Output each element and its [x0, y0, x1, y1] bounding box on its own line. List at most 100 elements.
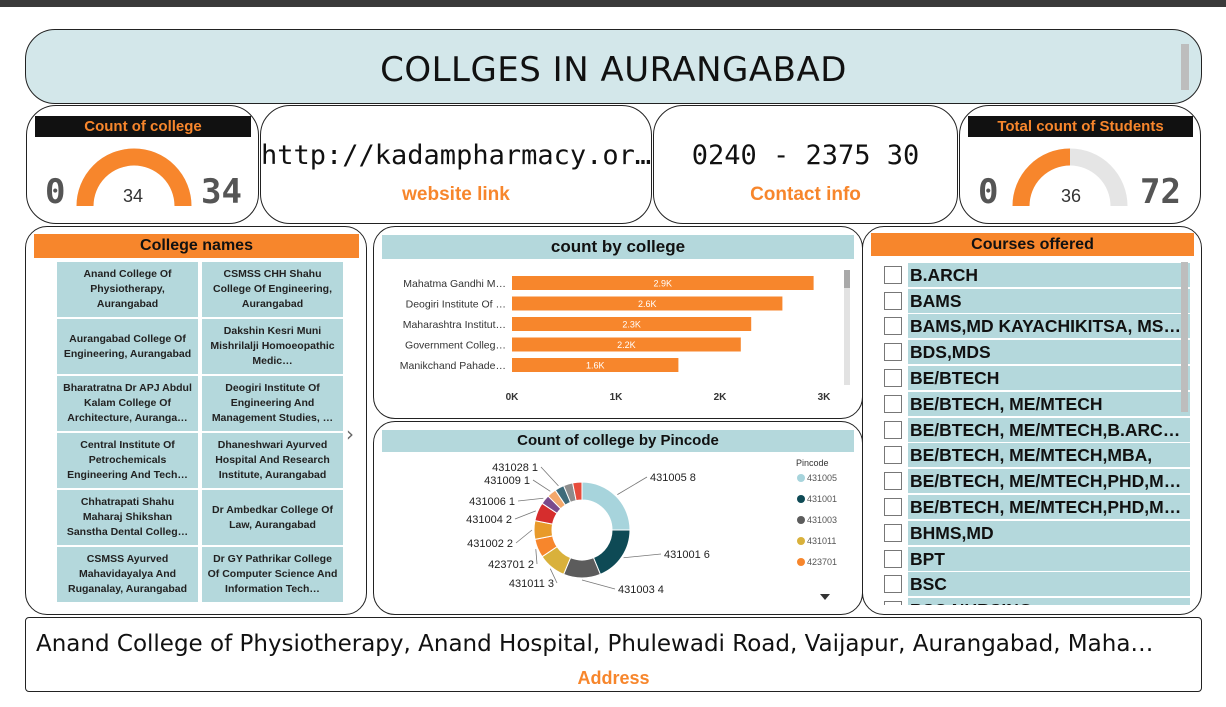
page-title: COLLGES IN AURANGABAD: [380, 50, 847, 90]
course-checkbox[interactable]: [884, 498, 902, 517]
course-label: BE/BTECH, ME/MTECH,MBA,: [908, 443, 1190, 468]
donut-data-label: 431001 6: [664, 549, 710, 561]
course-checkbox[interactable]: [884, 394, 902, 413]
pie-chart: 431005 8 431001 6 431003 4 431011 3 423701 2…: [466, 458, 837, 600]
college-name-item[interactable]: Bharatratna Dr APJ Abdul Kalam College O…: [57, 376, 198, 431]
contact-info-label: Contact info: [750, 184, 861, 205]
college-name-item[interactable]: Anand College Of Physiotherapy, Aurangab…: [57, 262, 198, 317]
college-name-item[interactable]: Chhatrapati Shahu Maharaj Shikshan Sanst…: [57, 490, 198, 545]
course-checkbox[interactable]: [884, 317, 902, 336]
college-name-item[interactable]: Dr Ambedkar College Of Law, Aurangabad: [202, 490, 343, 545]
course-item[interactable]: BE/BTECH, ME/MTECH,PHD,M…: [884, 494, 1190, 520]
college-name-item[interactable]: CSMSS CHH Shahu College Of Engineering, …: [202, 262, 343, 317]
bar-scroll-thumb[interactable]: [844, 270, 850, 288]
college-name-item[interactable]: Dhaneshwari Ayurved Hospital And Researc…: [202, 433, 343, 488]
college-count-min: 0: [45, 172, 66, 212]
title-card: COLLGES IN AURANGABAD: [25, 29, 1202, 104]
course-checkbox[interactable]: [884, 575, 902, 594]
pie-chart-title: Count of college by Pincode: [382, 430, 854, 452]
donut-leader-line: [515, 529, 533, 544]
chevron-right-icon[interactable]: ›: [346, 422, 354, 446]
bar-chart-title: count by college: [382, 235, 854, 259]
course-item[interactable]: BAMS: [884, 288, 1190, 314]
donut-legend-label[interactable]: 431003: [807, 515, 837, 525]
donut-legend-swatch: [797, 537, 805, 545]
courses-scrollbar[interactable]: [1181, 262, 1188, 412]
courses-list: B.ARCH BAMS BAMS,MD KAYACHIKITSA, MS… BDS,M…: [884, 262, 1190, 605]
address-label: Address: [577, 668, 650, 688]
course-item[interactable]: BSC: [884, 572, 1190, 598]
college-name-item[interactable]: Dr GY Pathrikar College Of Computer Scie…: [202, 547, 343, 602]
course-item[interactable]: B.ARCH: [884, 262, 1190, 288]
bar-category-label: Mahatma Gandhi M…: [403, 278, 506, 290]
course-checkbox[interactable]: [884, 369, 902, 388]
course-checkbox[interactable]: [884, 549, 902, 568]
course-label: BE/BTECH, ME/MTECH,B.ARC…: [908, 417, 1190, 442]
college-names-grid: Anand College Of Physiotherapy, Aurangab…: [57, 262, 343, 602]
donut-data-label: 431003 4: [618, 584, 664, 596]
college-name-item[interactable]: Deogiri Institute Of Engineering And Man…: [202, 376, 343, 431]
donut-data-label: 431006 1: [469, 496, 515, 508]
donut-slice[interactable]: [581, 481, 631, 531]
college-names-header: College names: [34, 234, 359, 258]
course-item[interactable]: BSC NURSING: [884, 597, 1190, 605]
course-label: BDS,MDS: [908, 340, 1190, 365]
college-count-value: 34: [123, 186, 144, 206]
donut-data-label: 431005 8: [650, 472, 696, 484]
college-name-item[interactable]: Dakshin Kesri Muni Mishrilalji Homoeopat…: [202, 319, 343, 374]
bar-chart: Mahatma Gandhi M… 2.9K Deogiri Institute O…: [400, 270, 850, 403]
course-item[interactable]: BAMS,MD KAYACHIKITSA, MS…: [884, 314, 1190, 340]
contact-card: 0240 - 2375 30 Contact info: [653, 105, 958, 224]
bar-data-label: 1.6K: [586, 361, 605, 371]
course-checkbox[interactable]: [884, 265, 902, 284]
courses-header: Courses offered: [871, 233, 1194, 256]
course-item[interactable]: BE/BTECH, ME/MTECH,MBA,: [884, 443, 1190, 469]
college-name-item[interactable]: Aurangabad College Of Engineering, Auran…: [57, 319, 198, 374]
course-item[interactable]: BDS,MDS: [884, 339, 1190, 365]
course-checkbox[interactable]: [884, 343, 902, 362]
course-item[interactable]: BPT: [884, 546, 1190, 572]
donut-leader-line: [623, 553, 662, 559]
donut-leader-line: [517, 497, 544, 502]
legend-scroll-down-icon[interactable]: [820, 594, 830, 600]
donut-legend-swatch: [797, 495, 805, 503]
donut-legend-label[interactable]: 431005: [807, 473, 837, 483]
website-link-label: website link: [402, 184, 510, 205]
website-link-value[interactable]: http://kadampharmacy.or…: [261, 140, 651, 171]
donut-data-label: 431009 1: [484, 475, 530, 487]
bar-category-label: Deogiri Institute Of …: [406, 299, 506, 311]
course-label: BSC NURSING: [908, 598, 1190, 605]
bar-category-label: Maharashtra Institut…: [403, 319, 506, 331]
course-item[interactable]: BHMS,MD: [884, 520, 1190, 546]
donut-slice[interactable]: [592, 529, 631, 575]
donut-legend-label[interactable]: 423701: [807, 557, 837, 567]
course-checkbox[interactable]: [884, 291, 902, 310]
bar-data-label: 2.3K: [622, 320, 641, 330]
course-checkbox[interactable]: [884, 523, 902, 542]
donut-data-label: 431004 2: [466, 514, 512, 526]
course-label: BE/BTECH, ME/MTECH: [908, 391, 1190, 416]
course-label: BSC: [908, 572, 1190, 597]
course-checkbox[interactable]: [884, 472, 902, 491]
course-checkbox[interactable]: [884, 446, 902, 465]
donut-data-label: 423701 2: [488, 559, 534, 571]
donut-leader-line: [581, 579, 616, 590]
college-name-item[interactable]: Central Institute Of Petrochemicals Engi…: [57, 433, 198, 488]
donut-legend-label[interactable]: 431001: [807, 494, 837, 504]
course-item[interactable]: BE/BTECH: [884, 365, 1190, 391]
donut-legend-swatch: [797, 474, 805, 482]
course-label: BAMS,MD KAYACHIKITSA, MS…: [908, 314, 1190, 339]
college-name-item[interactable]: CSMSS Ayurved Mahavidayalya And Ruganala…: [57, 547, 198, 602]
students-count-card: Total count of Students 0 36 72: [959, 105, 1201, 224]
title-scrollbar[interactable]: [1181, 44, 1189, 90]
donut-data-label: 431002 2: [467, 538, 513, 550]
donut-leader-line: [617, 476, 648, 495]
donut-legend-label[interactable]: 431011: [807, 536, 836, 546]
course-label: BHMS,MD: [908, 520, 1190, 545]
course-checkbox[interactable]: [884, 420, 902, 439]
course-item[interactable]: BE/BTECH, ME/MTECH,B.ARC…: [884, 417, 1190, 443]
course-item[interactable]: BE/BTECH, ME/MTECH: [884, 391, 1190, 417]
course-item[interactable]: BE/BTECH, ME/MTECH,PHD,M…: [884, 468, 1190, 494]
donut-legend-swatch: [797, 558, 805, 566]
course-checkbox[interactable]: [884, 601, 902, 605]
